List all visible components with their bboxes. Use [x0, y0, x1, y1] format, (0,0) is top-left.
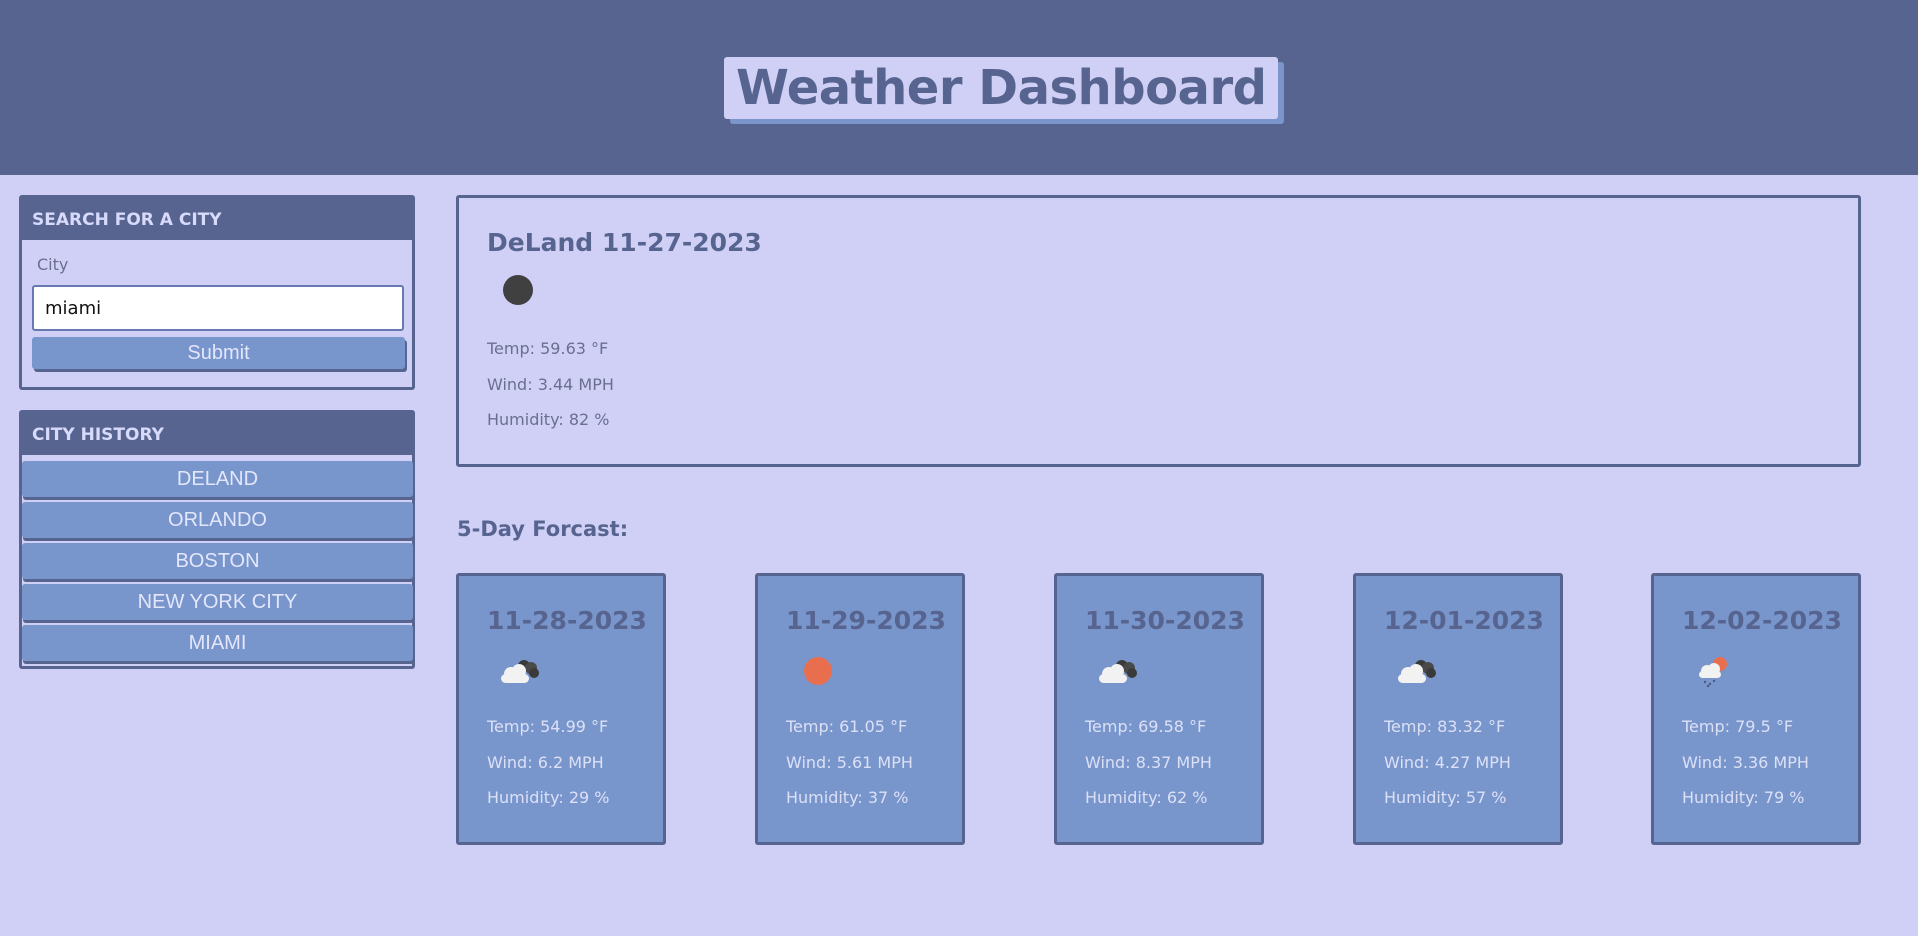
broken-clouds-icon [501, 660, 539, 683]
history-list: DELAND ORLANDO BOSTON NEW YORK CITY MIAM… [22, 461, 413, 666]
broken-clouds-icon [1398, 660, 1436, 683]
forecast-temp: Temp: 69.58 °F [1085, 717, 1207, 736]
forecast-card: 12-02-2023 Temp: 79.5 °F Wind: 3.36 MPH … [1651, 573, 1861, 845]
city-input[interactable] [32, 285, 404, 331]
forecast-wind: Wind: 4.27 MPH [1384, 753, 1511, 772]
history-city-button[interactable]: MIAMI [22, 625, 413, 661]
forecast-card: 12-01-2023 Temp: 83.32 °F Wind: 4.27 MPH… [1353, 573, 1563, 845]
current-wind: Wind: 3.44 MPH [487, 375, 614, 394]
forecast-humidity: Humidity: 37 % [786, 788, 909, 807]
forecast-date: 11-28-2023 [487, 606, 647, 635]
current-temp: Temp: 59.63 °F [487, 339, 609, 358]
forecast-wind: Wind: 8.37 MPH [1085, 753, 1212, 772]
current-city-date: DeLand 11-27-2023 [487, 228, 762, 257]
forecast-humidity: Humidity: 62 % [1085, 788, 1208, 807]
moon-clear-icon [503, 275, 533, 305]
submit-button[interactable]: Submit [32, 337, 405, 369]
history-city-button[interactable]: ORLANDO [22, 502, 413, 538]
forecast-humidity: Humidity: 57 % [1384, 788, 1507, 807]
forecast-temp: Temp: 54.99 °F [487, 717, 609, 736]
history-panel: CITY HISTORY DELAND ORLANDO BOSTON NEW Y… [19, 410, 415, 669]
forecast-temp: Temp: 83.32 °F [1384, 717, 1506, 736]
forecast-temp: Temp: 79.5 °F [1682, 717, 1794, 736]
current-weather-card: DeLand 11-27-2023 Temp: 59.63 °F Wind: 3… [456, 195, 1861, 467]
history-city-button[interactable]: DELAND [22, 461, 413, 497]
forecast-humidity: Humidity: 29 % [487, 788, 610, 807]
forecast-date: 11-30-2023 [1085, 606, 1245, 635]
broken-clouds-icon [1099, 660, 1137, 683]
forecast-wind: Wind: 5.61 MPH [786, 753, 913, 772]
forecast-card: 11-30-2023 Temp: 69.58 °F Wind: 8.37 MPH… [1054, 573, 1264, 845]
search-panel: SEARCH FOR A CITY City Submit [19, 195, 415, 390]
sun-rain-icon [1699, 657, 1727, 688]
forecast-date: 11-29-2023 [786, 606, 946, 635]
forecast-card: 11-28-2023 Temp: 54.99 °F Wind: 6.2 MPH … [456, 573, 666, 845]
history-city-button[interactable]: NEW YORK CITY [22, 584, 413, 620]
history-panel-heading: CITY HISTORY [22, 413, 412, 455]
clear-sun-icon [804, 657, 832, 685]
forecast-wind: Wind: 6.2 MPH [487, 753, 604, 772]
forecast-heading: 5-Day Forcast: [457, 517, 629, 541]
forecast-humidity: Humidity: 79 % [1682, 788, 1805, 807]
forecast-wind: Wind: 3.36 MPH [1682, 753, 1809, 772]
title-badge: Weather Dashboard [724, 57, 1279, 119]
forecast-card: 11-29-2023 Temp: 61.05 °F Wind: 5.61 MPH… [755, 573, 965, 845]
page-title: Weather Dashboard [736, 60, 1267, 116]
history-city-button[interactable]: BOSTON [22, 543, 413, 579]
current-humidity: Humidity: 82 % [487, 410, 610, 429]
city-field-label: City [37, 255, 69, 274]
forecast-date: 12-01-2023 [1384, 606, 1544, 635]
forecast-date: 12-02-2023 [1682, 606, 1842, 635]
page-header: Weather Dashboard [0, 0, 1918, 175]
forecast-temp: Temp: 61.05 °F [786, 717, 908, 736]
search-panel-heading: SEARCH FOR A CITY [22, 198, 412, 240]
